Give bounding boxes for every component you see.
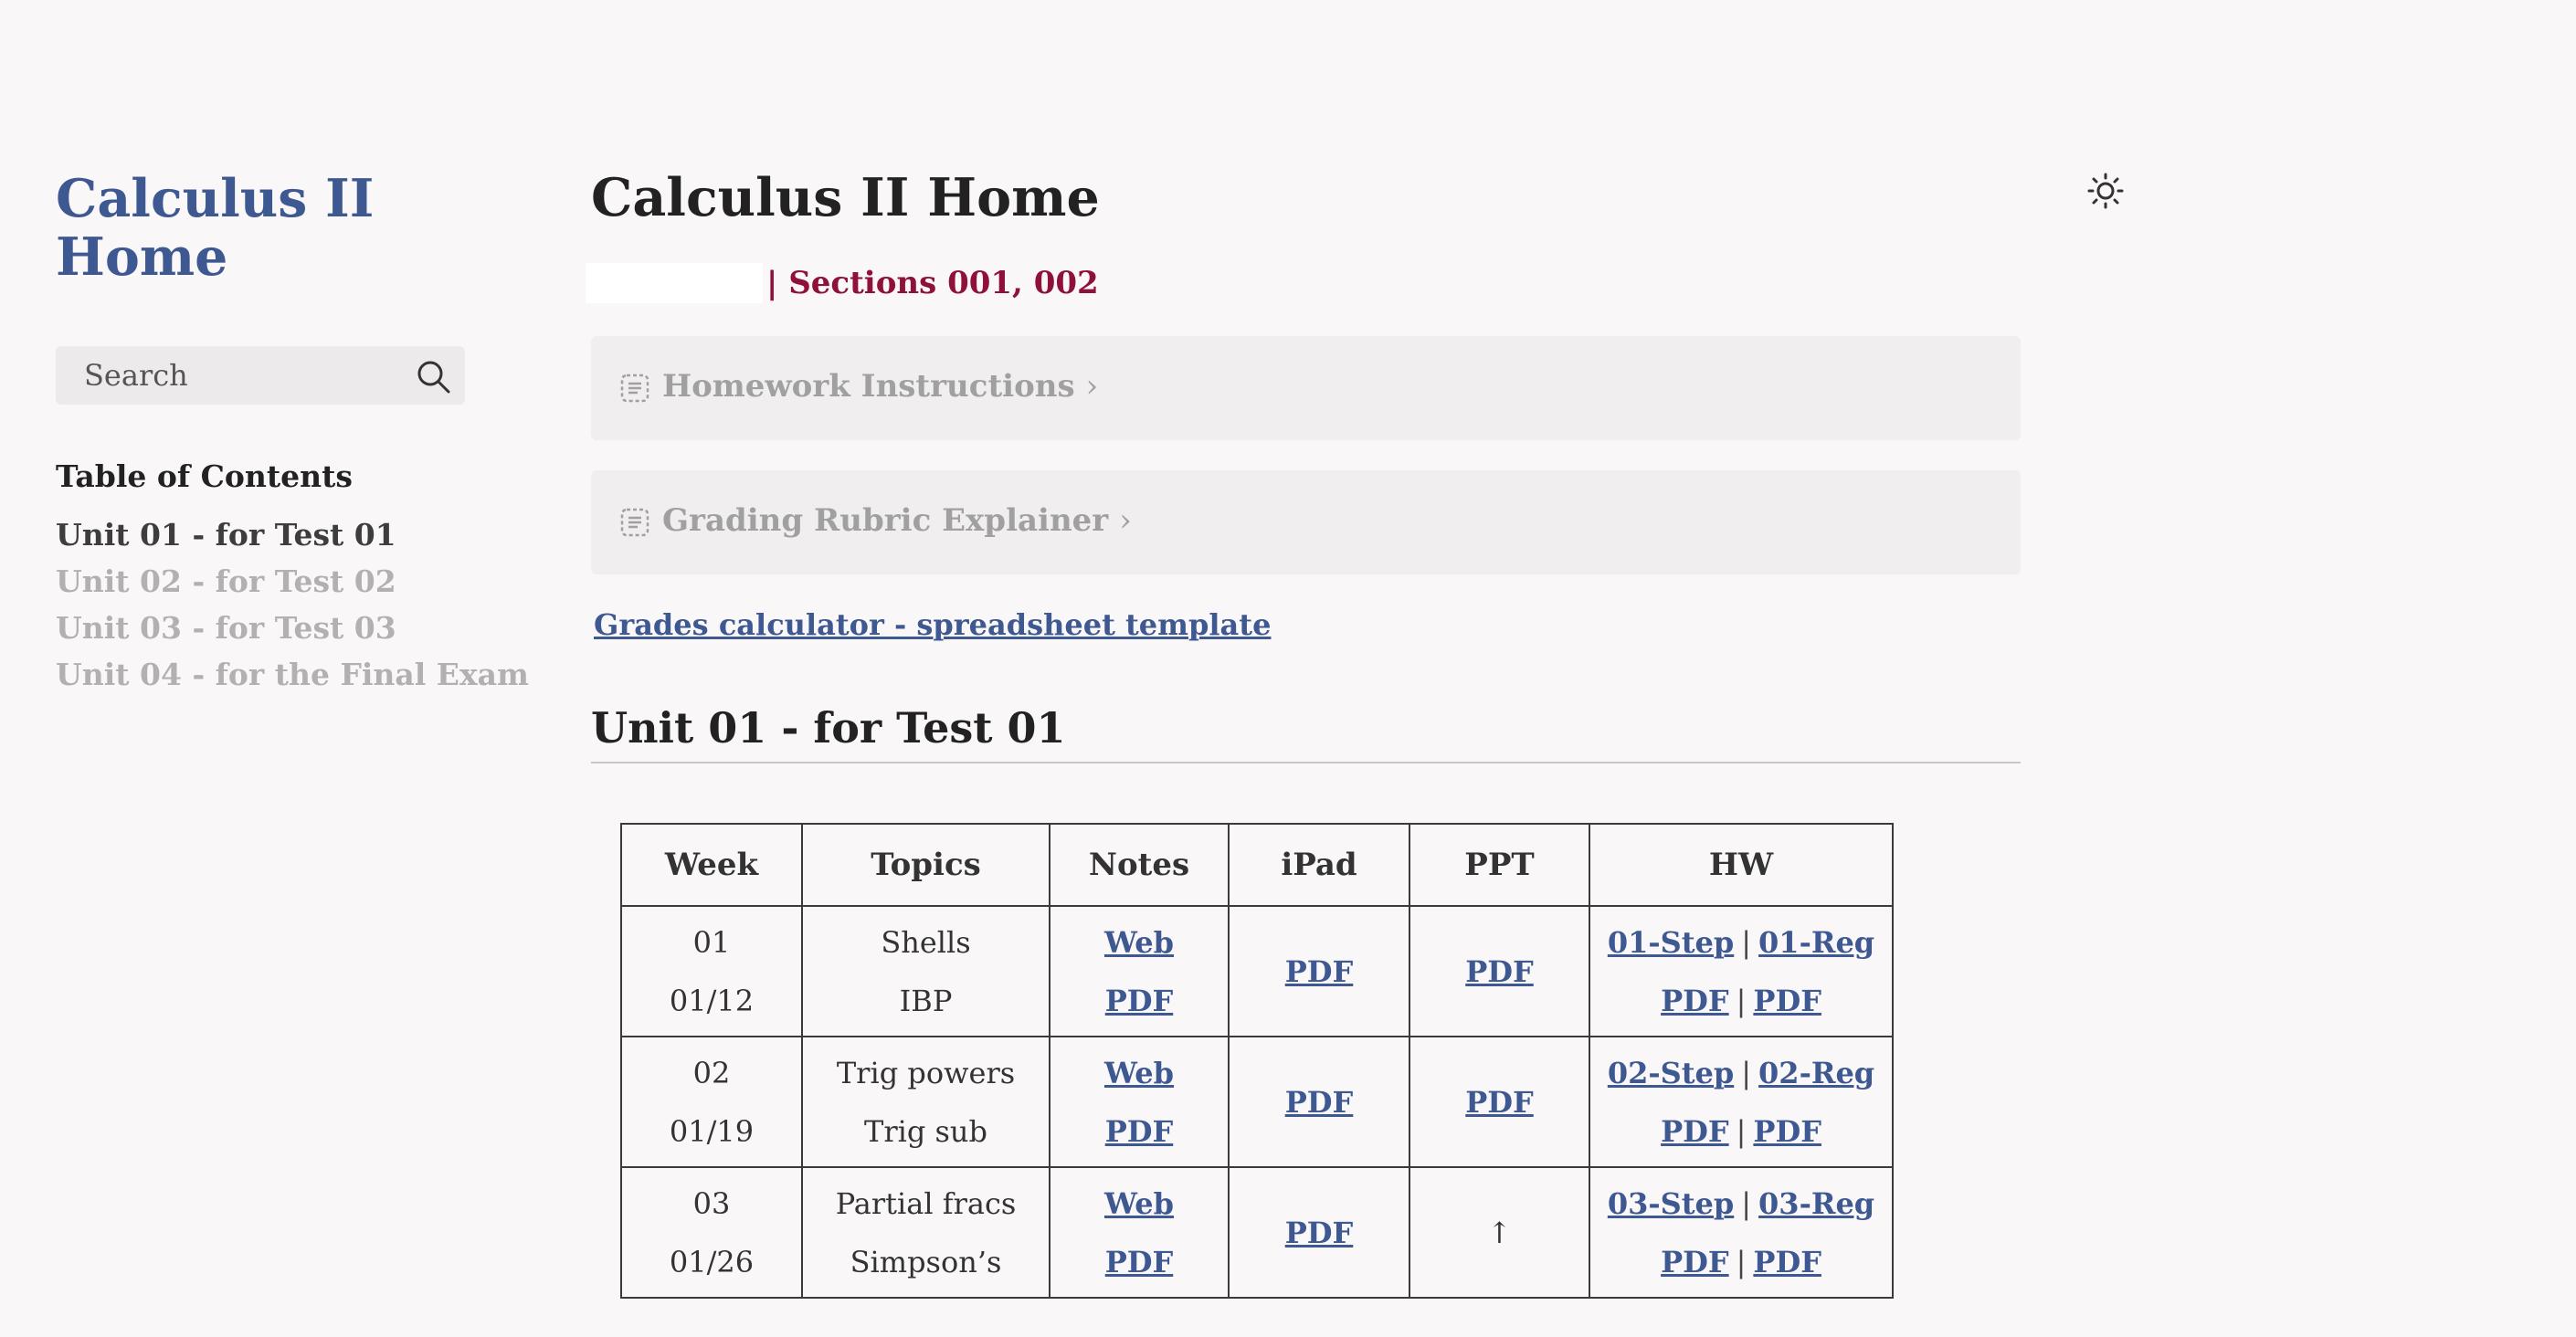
toc-item-unit-02[interactable]: Unit 02 - for Test 02 bbox=[56, 558, 529, 605]
page-title: Calculus II Home bbox=[591, 167, 1100, 228]
week-date: 01/19 bbox=[669, 1113, 755, 1149]
toc-item-unit-01[interactable]: Unit 01 - for Test 01 bbox=[56, 511, 529, 558]
separator: | bbox=[1741, 1185, 1752, 1221]
column-header-hw: HW bbox=[1589, 823, 1894, 907]
toc-item-unit-04[interactable]: Unit 04 - for the Final Exam bbox=[56, 651, 529, 698]
separator: | bbox=[1741, 924, 1752, 960]
separator: | bbox=[1736, 1244, 1747, 1279]
grades-calculator-link[interactable]: Grades calculator - spreadsheet template bbox=[594, 607, 1271, 642]
homework-instructions-label[interactable]: Homework Instructions › bbox=[662, 368, 1098, 405]
column-header-ipad: iPad bbox=[1228, 823, 1410, 907]
unit-heading: Unit 01 - for Test 01 bbox=[591, 703, 1066, 753]
grading-rubric-dropdown[interactable]: Grading Rubric Explainer › bbox=[591, 470, 2021, 574]
notes-pdf-link[interactable]: PDF bbox=[1050, 982, 1228, 1020]
hw-reg-pdf-link[interactable]: PDF bbox=[1753, 1114, 1821, 1149]
week-date: 01/26 bbox=[669, 1244, 755, 1279]
topic: Trig powers bbox=[836, 1055, 1016, 1090]
ipad-pdf-link[interactable]: PDF bbox=[1285, 1216, 1354, 1250]
topic: Simpson’s bbox=[850, 1244, 1002, 1279]
search-input[interactable]: Search bbox=[84, 358, 188, 393]
week-number: 03 bbox=[692, 1185, 731, 1221]
chevron-right-icon: › bbox=[1119, 502, 1132, 539]
ppt-pdf-link[interactable]: PDF bbox=[1465, 1085, 1534, 1120]
topic: Shells bbox=[881, 924, 971, 960]
column-header-notes: Notes bbox=[1049, 823, 1230, 907]
hw-reg-link[interactable]: 01-Reg bbox=[1758, 925, 1874, 960]
notes-web-link[interactable]: Web bbox=[1050, 1184, 1228, 1223]
hw-reg-pdf-link[interactable]: PDF bbox=[1753, 1245, 1821, 1279]
hw-reg-pdf-link[interactable]: PDF bbox=[1753, 984, 1821, 1018]
topic: Partial fracs bbox=[835, 1185, 1017, 1221]
notes-pdf-link[interactable]: PDF bbox=[1050, 1243, 1228, 1281]
notes-web-link[interactable]: Web bbox=[1050, 923, 1228, 962]
separator: | bbox=[1736, 1113, 1747, 1149]
week-number: 01 bbox=[692, 924, 731, 960]
redacted-block bbox=[586, 263, 763, 303]
hw-step-pdf-link[interactable]: PDF bbox=[1661, 1245, 1729, 1279]
table-of-contents: Unit 01 - for Test 01 Unit 02 - for Test… bbox=[56, 511, 529, 698]
column-header-week: Week bbox=[620, 823, 803, 907]
hw-step-pdf-link[interactable]: PDF bbox=[1661, 1114, 1729, 1149]
hw-step-link[interactable]: 01-Step bbox=[1608, 925, 1734, 960]
table-row: 02 01/19 Trig powers Trig sub Web PDF PDF P… bbox=[620, 1036, 1894, 1168]
separator: | bbox=[1741, 1055, 1752, 1090]
notes-web-link[interactable]: Web bbox=[1050, 1054, 1228, 1092]
week-date: 01/12 bbox=[669, 983, 755, 1018]
hw-reg-link[interactable]: 02-Reg bbox=[1758, 1056, 1874, 1090]
table-row: 03 01/26 Partial fracs Simpson’s Web PDF PD… bbox=[620, 1166, 1894, 1299]
ppt-pdf-link[interactable]: PDF bbox=[1465, 954, 1534, 989]
column-header-topics: Topics bbox=[801, 823, 1050, 907]
column-header-ppt: PPT bbox=[1409, 823, 1590, 907]
site-title[interactable]: Calculus II Home bbox=[56, 170, 439, 287]
table-row: 01 01/12 Shells IBP Web PDF PDF PDF 01-Step… bbox=[620, 905, 1894, 1037]
ipad-pdf-link[interactable]: PDF bbox=[1285, 954, 1354, 989]
document-icon bbox=[620, 374, 649, 403]
hw-reg-link[interactable]: 03-Reg bbox=[1758, 1186, 1874, 1221]
sections-label: | Sections 001, 002 bbox=[766, 265, 1099, 301]
homework-instructions-dropdown[interactable]: Homework Instructions › bbox=[591, 336, 2021, 440]
ppt-arrow-up-icon: ↑ bbox=[1487, 1215, 1512, 1250]
hw-step-link[interactable]: 02-Step bbox=[1608, 1056, 1734, 1090]
topic: Trig sub bbox=[863, 1113, 988, 1149]
toc-item-unit-03[interactable]: Unit 03 - for Test 03 bbox=[56, 605, 529, 651]
search-icon[interactable] bbox=[414, 357, 452, 395]
page-subtitle: | Sections 001, 002 bbox=[586, 263, 1099, 303]
notes-pdf-link[interactable]: PDF bbox=[1050, 1112, 1228, 1151]
grading-rubric-label[interactable]: Grading Rubric Explainer › bbox=[662, 502, 1132, 539]
table-header-row: Week Topics Notes iPad PPT HW bbox=[620, 823, 1894, 907]
unit-table: Week Topics Notes iPad PPT HW 01 01/12 Sh… bbox=[620, 823, 1894, 1299]
toc-title: Table of Contents bbox=[56, 458, 353, 494]
document-icon bbox=[620, 508, 649, 537]
chevron-right-icon: › bbox=[1085, 368, 1099, 405]
search-box[interactable]: Search bbox=[56, 346, 465, 405]
ipad-pdf-link[interactable]: PDF bbox=[1285, 1085, 1354, 1120]
heading-divider bbox=[591, 762, 2021, 763]
topic: IBP bbox=[899, 983, 953, 1018]
sun-icon[interactable] bbox=[2086, 172, 2125, 210]
hw-step-link[interactable]: 03-Step bbox=[1608, 1186, 1734, 1221]
week-number: 02 bbox=[692, 1055, 731, 1090]
hw-step-pdf-link[interactable]: PDF bbox=[1661, 984, 1729, 1018]
separator: | bbox=[1736, 983, 1747, 1018]
